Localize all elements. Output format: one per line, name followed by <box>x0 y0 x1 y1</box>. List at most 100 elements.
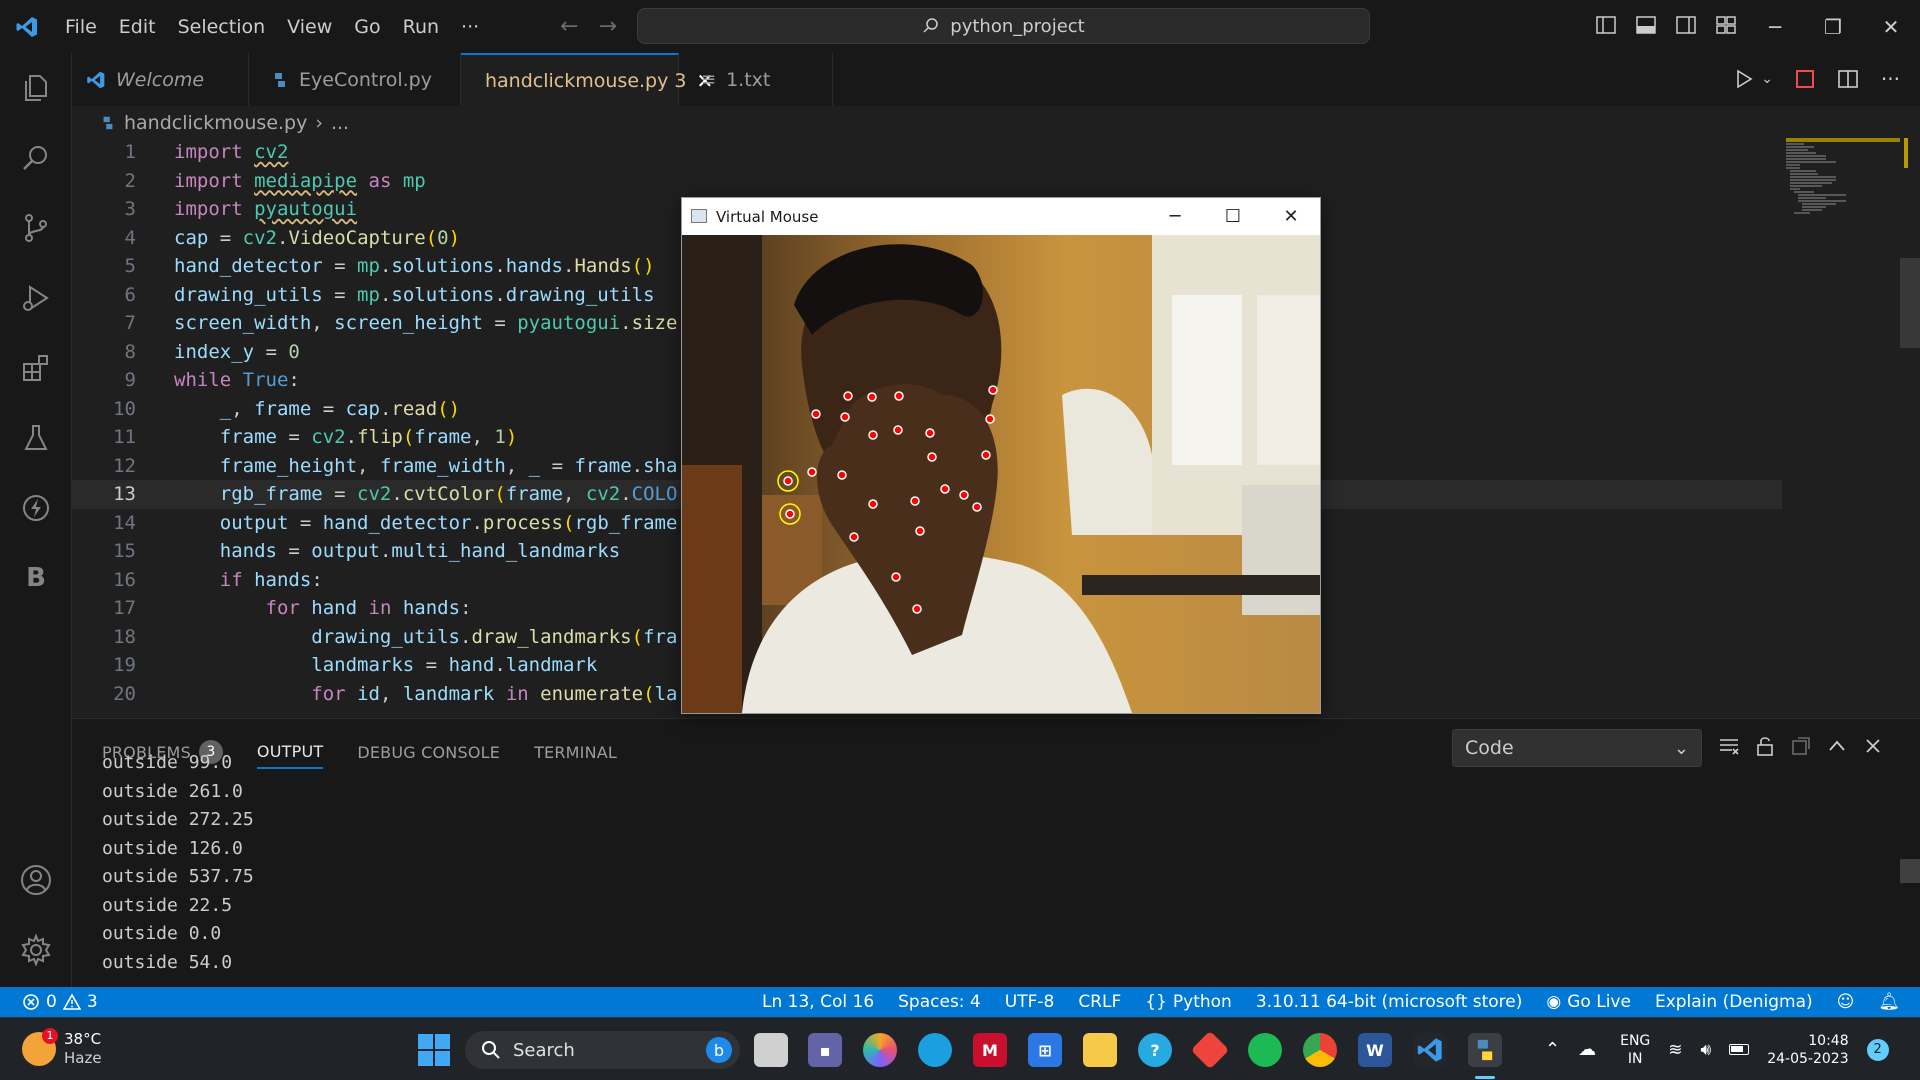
search-icon[interactable] <box>0 123 72 193</box>
chevron-down-icon[interactable]: ⌄ <box>1761 71 1773 87</box>
menu-run[interactable]: Run <box>392 16 450 38</box>
editor-scrollbar[interactable] <box>1900 138 1920 718</box>
encoding[interactable]: UTF-8 <box>1005 992 1055 1012</box>
file-explorer-icon[interactable] <box>1083 1033 1117 1067</box>
store-icon[interactable]: ⊞ <box>1028 1033 1062 1067</box>
tab-output[interactable]: OUTPUT <box>256 735 324 769</box>
notification-count-badge[interactable]: 2 <box>1866 1038 1889 1061</box>
language-indicator[interactable]: ENG IN <box>1620 1032 1650 1068</box>
restore-icon[interactable]: ❐ <box>1804 0 1862 53</box>
output-channel-select[interactable]: Code ⌄ <box>1452 729 1702 767</box>
menu-file[interactable]: File <box>54 16 108 38</box>
maximize-icon[interactable]: ☐ <box>1204 198 1262 235</box>
task-view-icon[interactable] <box>754 1033 788 1067</box>
stop-icon[interactable] <box>1795 69 1815 89</box>
run-python-icon[interactable] <box>1733 68 1755 90</box>
virtual-mouse-window[interactable]: Virtual Mouse ─ ☐ ✕ <box>681 197 1321 714</box>
broadcast-icon: ◉ <box>1546 992 1562 1012</box>
minimap[interactable] <box>1786 138 1900 218</box>
taskbar-search[interactable]: Search b <box>465 1031 740 1069</box>
windows-start-icon[interactable] <box>418 1034 450 1066</box>
menu-edit[interactable]: Edit <box>108 16 167 38</box>
virtual-mouse-titlebar[interactable]: Virtual Mouse ─ ☐ ✕ <box>682 198 1320 235</box>
toggle-secondary-sidebar-icon[interactable] <box>1675 14 1697 36</box>
close-panel-icon[interactable] <box>1862 735 1884 757</box>
wifi-icon[interactable]: ≋ <box>1668 1040 1682 1060</box>
customize-layout-icon[interactable] <box>1715 14 1737 36</box>
menu-selection[interactable]: Selection <box>167 16 277 38</box>
breadcrumb-file[interactable]: handclickmouse.py <box>124 112 307 134</box>
tab-handclickmouse[interactable]: handclickmouse.py 3 ✕ <box>461 53 713 106</box>
anydesk-icon[interactable] <box>1190 1030 1230 1070</box>
toggle-sidebar-icon[interactable] <box>1595 14 1617 36</box>
more-actions-icon[interactable]: ··· <box>1881 67 1900 91</box>
spotify-icon[interactable] <box>1248 1033 1282 1067</box>
menu-go[interactable]: Go <box>343 16 391 38</box>
vscode-taskbar-icon[interactable] <box>1413 1033 1447 1067</box>
onedrive-icon[interactable]: ☁ <box>1578 1039 1596 1060</box>
split-editor-icon[interactable] <box>1837 68 1859 90</box>
warning-icon <box>62 993 81 1010</box>
window-controls: ─ ❐ ✕ <box>1746 0 1920 53</box>
close-icon[interactable]: ✕ <box>1862 0 1920 53</box>
clock[interactable]: 10:48 24-05-2023 <box>1767 1032 1848 1068</box>
chrome-icon[interactable] <box>1303 1033 1337 1067</box>
b-extension-icon[interactable]: B <box>0 543 72 613</box>
python-taskbar-icon[interactable] <box>1468 1033 1502 1067</box>
indentation[interactable]: Spaces: 4 <box>898 992 981 1012</box>
weather-badge: 1 <box>42 1028 58 1044</box>
weather-widget[interactable]: 1 38°C Haze <box>22 1028 102 1068</box>
word-icon[interactable]: W <box>1358 1033 1392 1067</box>
notifications-bell-icon[interactable]: 🔔︎ <box>1878 992 1900 1012</box>
tab-eyecontrol[interactable]: EyeControl.py <box>249 53 461 106</box>
tab-label: handclickmouse.py <box>485 69 669 92</box>
clear-output-icon[interactable] <box>1718 735 1740 757</box>
status-left: 0 3 <box>22 992 98 1012</box>
forward-arrow-icon[interactable]: → <box>599 14 617 39</box>
python-interpreter[interactable]: 3.10.11 64-bit (microsoft store) <box>1256 992 1523 1012</box>
tab-debug-console[interactable]: DEBUG CONSOLE <box>357 735 500 769</box>
tab-terminal[interactable]: TERMINAL <box>534 735 617 769</box>
help-icon[interactable]: ? <box>1138 1033 1172 1067</box>
explain-denigma[interactable]: Explain (Denigma) <box>1655 992 1813 1012</box>
cursor-position[interactable]: Ln 13, Col 16 <box>762 992 874 1012</box>
breadcrumb-separator: › <box>315 112 323 134</box>
language-mode[interactable]: {} Python <box>1145 992 1232 1012</box>
minimize-icon[interactable]: ─ <box>1746 0 1804 53</box>
testing-flask-icon[interactable] <box>0 403 72 473</box>
settings-gear-icon[interactable] <box>0 915 72 985</box>
open-in-editor-icon[interactable] <box>1790 735 1812 757</box>
run-debug-icon[interactable] <box>0 263 72 333</box>
breadcrumb-symbol[interactable]: ... <box>331 112 349 134</box>
extensions-icon[interactable] <box>0 333 72 403</box>
photos-icon[interactable] <box>863 1033 897 1067</box>
tab-1txt[interactable]: ≡ 1.txt <box>679 53 833 106</box>
output-content[interactable]: outside 99.0 outside 261.0 outside 272.2… <box>102 752 254 977</box>
command-center-search[interactable]: python_project <box>637 8 1370 44</box>
problems-status[interactable]: 0 3 <box>22 992 98 1012</box>
accounts-icon[interactable] <box>0 845 72 915</box>
battery-icon[interactable] <box>1729 1044 1750 1055</box>
thunder-client-icon[interactable] <box>0 473 72 543</box>
close-icon[interactable]: ✕ <box>1262 198 1320 235</box>
edge-icon[interactable] <box>918 1033 952 1067</box>
menu-view[interactable]: View <box>276 16 343 38</box>
end-of-line[interactable]: CRLF <box>1078 992 1121 1012</box>
layout-controls <box>1595 14 1737 36</box>
mcafee-icon[interactable]: M <box>973 1033 1007 1067</box>
lock-icon[interactable] <box>1754 735 1776 757</box>
volume-icon[interactable]: 🔊︎ <box>1701 1040 1712 1060</box>
toggle-panel-icon[interactable] <box>1635 14 1657 36</box>
menu-more[interactable]: ··· <box>450 16 490 38</box>
back-arrow-icon[interactable]: ← <box>560 14 578 39</box>
explorer-icon[interactable] <box>0 53 72 123</box>
feedback-icon[interactable]: ☺ <box>1837 992 1855 1012</box>
tab-welcome[interactable]: Welcome <box>72 53 249 106</box>
teams-chat-icon[interactable]: ▪ <box>808 1033 842 1067</box>
chevron-up-icon[interactable]: ⌃ <box>1545 1039 1560 1060</box>
maximize-panel-icon[interactable] <box>1826 735 1848 757</box>
source-control-icon[interactable] <box>0 193 72 263</box>
minimize-icon[interactable]: ─ <box>1146 198 1204 235</box>
panel-scrollbar[interactable] <box>1900 859 1920 883</box>
go-live-button[interactable]: ◉ Go Live <box>1546 992 1631 1012</box>
